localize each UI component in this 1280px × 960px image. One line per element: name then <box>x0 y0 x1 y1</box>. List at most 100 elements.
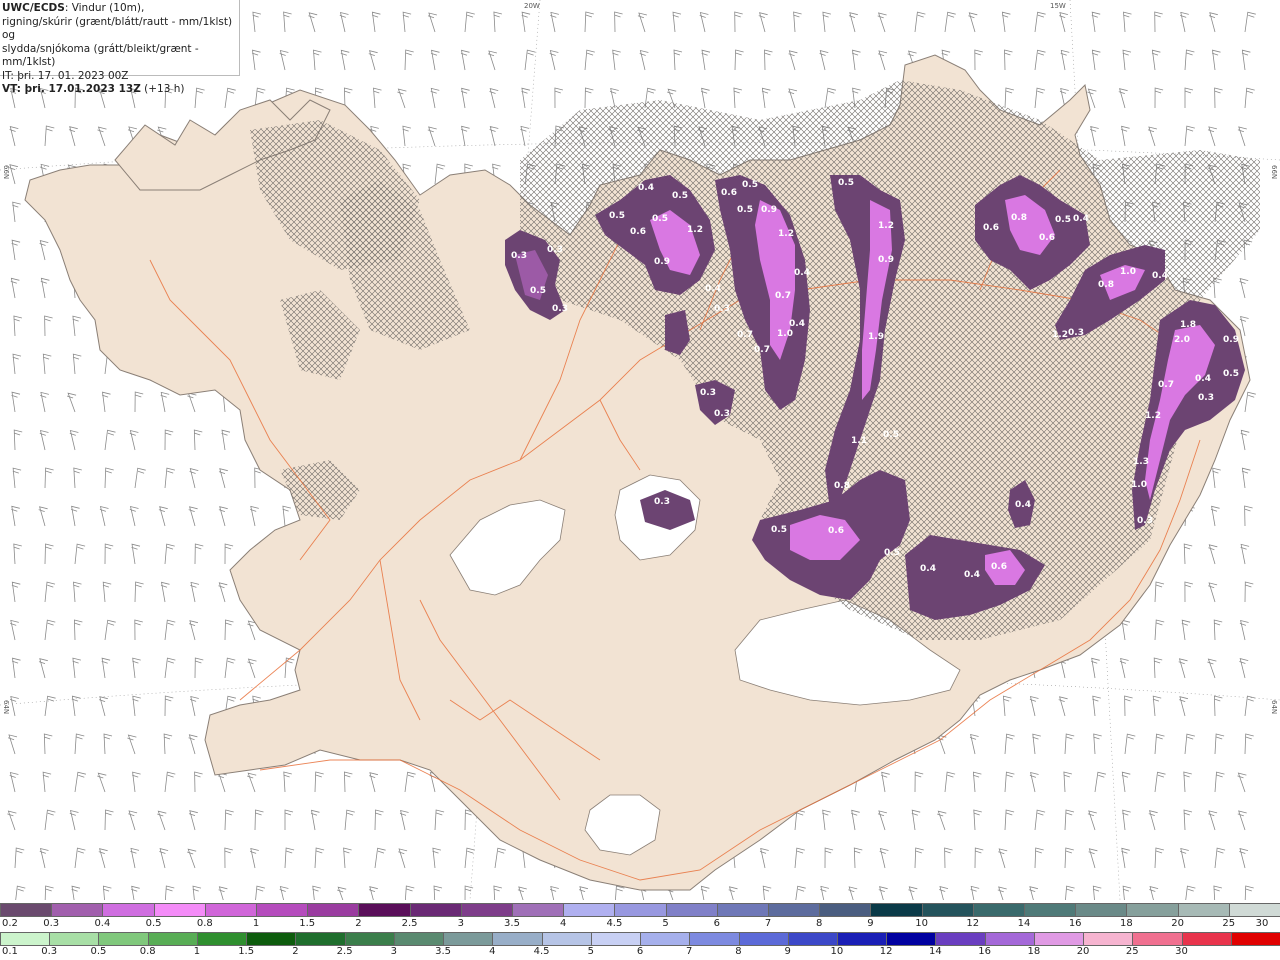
legend-label: 30 <box>1255 918 1269 929</box>
legend-label: 0.4 <box>94 918 111 929</box>
precip-value-label: 1.2 <box>878 221 894 231</box>
precip-value-label: 0.5 <box>1223 369 1239 379</box>
legend-swatch <box>768 903 820 917</box>
legend-swatch <box>0 903 52 917</box>
grid-label-66n-right: 66N <box>1270 165 1278 180</box>
precip-value-label: 0.5 <box>609 211 625 221</box>
legend-swatch <box>984 932 1034 946</box>
precip-value-label: 0.3 <box>1198 393 1214 403</box>
precip-value-label: 0.8 <box>1098 280 1114 290</box>
precip-value-label: 0.6 <box>828 526 844 536</box>
legend-label: 18 <box>1027 946 1041 957</box>
legend-swatch <box>886 932 936 946</box>
map-info-box: UWC/ECDS: Vindur (10m), rigning/skúrir (… <box>0 0 240 95</box>
legend-swatch <box>307 903 359 917</box>
legend-label: 3 <box>390 946 398 957</box>
precip-value-label: 1.2 <box>1145 411 1161 421</box>
legend-swatch <box>870 903 922 917</box>
precip-value-label: 0.5 <box>883 430 899 440</box>
precip-value-label: 0.4 <box>638 183 654 193</box>
precip-value-label: 1.0 <box>1120 267 1136 277</box>
legend-label: 1.5 <box>238 946 255 957</box>
legend-label: 0.3 <box>43 918 60 929</box>
legend-label: 0.8 <box>139 946 156 957</box>
legend-swatch <box>460 903 513 917</box>
precip-value-label: 0.3 <box>654 497 670 507</box>
legend-label: 25 <box>1222 918 1236 929</box>
precip-value-label: 0.4 <box>1015 500 1031 510</box>
legend-label: 1.5 <box>299 918 316 929</box>
precip-value-label: 0.5 <box>742 180 758 190</box>
product-desc: : Vindur (10m), <box>64 2 145 14</box>
grid-label-15w: 15W <box>1050 2 1066 10</box>
grid-label-64n-right: 64N <box>1270 700 1278 715</box>
legend-swatch <box>972 903 1025 917</box>
precip-value-label: 0.5 <box>1055 215 1071 225</box>
legend-label: 4.5 <box>606 918 623 929</box>
precip-value-label: 0.9 <box>1223 335 1239 345</box>
legend-swatch <box>512 903 564 917</box>
precip-value-label: 0.7 <box>775 291 791 301</box>
legend-swatch <box>147 932 197 946</box>
legend-label: 7 <box>764 918 772 929</box>
info-line-initial-time: IT: þri. 17. 01. 2023 00Z <box>2 69 129 82</box>
legend-swatch <box>1083 932 1133 946</box>
legend-swatch <box>563 903 615 917</box>
precip-value-label: 0.6 <box>721 188 737 198</box>
legend-label: 2 <box>355 918 362 929</box>
legend-swatch <box>344 932 394 946</box>
precip-value-label: 0.4 <box>789 319 805 329</box>
precip-value-label: 0.5 <box>672 191 688 201</box>
legend-label: 12 <box>966 918 980 929</box>
legend-label: 10 <box>830 946 844 957</box>
precip-value-label: 0.5 <box>737 205 753 215</box>
info-line-2: rigning/skúrir (grænt/blátt/rautt - mm/1… <box>2 15 233 42</box>
legend-label: 0.5 <box>145 918 162 929</box>
legend-swatch <box>295 932 345 946</box>
legend-swatch <box>358 903 410 917</box>
legend-label: 0.8 <box>196 918 213 929</box>
precip-value-label: 0.3 <box>714 304 730 314</box>
legend-swatch <box>935 932 985 946</box>
legend-swatch <box>640 932 690 946</box>
valid-offset: (+13 h) <box>140 83 185 95</box>
legend-swatch <box>246 932 296 946</box>
legend-swatch <box>196 932 247 946</box>
legend-label: 25 <box>1125 946 1139 957</box>
legend-swatch <box>1126 903 1178 917</box>
legend-label: 16 <box>1068 918 1082 929</box>
legend-label: 1 <box>193 946 201 957</box>
legend-label: 5 <box>587 946 594 957</box>
precip-value-label: 0.5 <box>771 525 787 535</box>
precip-value-label: 0.5 <box>884 548 900 558</box>
legend-swatch <box>443 932 493 946</box>
legend-swatch <box>49 932 99 946</box>
legend-rain-labels: 0.1 0.3 0.5 0.8 1 1.5 2 2.5 3 3.5 4 4.5 5 6 7 8 9 10 12 14 1… <box>0 946 1280 958</box>
legend-label: 6 <box>636 946 644 957</box>
legend-label: 3.5 <box>435 946 452 957</box>
precip-value-label: 0.3 <box>1068 328 1084 338</box>
precip-value-label: 0.3 <box>511 251 527 261</box>
precip-value-label: 0.7 <box>737 330 753 340</box>
precip-value-label: 2.0 <box>1174 335 1190 345</box>
precip-value-label: 0.6 <box>630 227 646 237</box>
precip-value-label: 1.1 <box>851 436 867 446</box>
legend-swatch <box>1181 932 1231 946</box>
legend-snow-labels: 0.2 0.3 0.4 0.5 0.8 1 1.5 2 2.5 3 3.5 4 4.5 5 6 7 8 9 10 12… <box>0 918 1280 930</box>
precip-value-label: 0.4 <box>794 268 810 278</box>
precip-value-label: 1.8 <box>1180 320 1196 330</box>
legend-label: 12 <box>879 946 893 957</box>
precip-value-label: 1.3 <box>1133 457 1149 467</box>
legend-rain-colorbar <box>0 932 1280 946</box>
legend-label: 10 <box>915 918 928 929</box>
legend-swatch <box>689 932 739 946</box>
info-line-3: slydda/snjókoma (grátt/bleikt/grænt - mm… <box>2 42 199 69</box>
info-line-valid-time: VT: þri. 17.01.2023 13Z (+13 h) <box>2 83 239 97</box>
legend-swatch <box>393 932 444 946</box>
legend-label: 0.1 <box>2 946 18 957</box>
legend-label: 9 <box>784 946 791 957</box>
legend-swatch <box>716 903 769 917</box>
legend-swatch <box>153 903 205 917</box>
precip-value-label: 0.3 <box>714 409 730 419</box>
legend-label: 0.3 <box>41 946 58 957</box>
